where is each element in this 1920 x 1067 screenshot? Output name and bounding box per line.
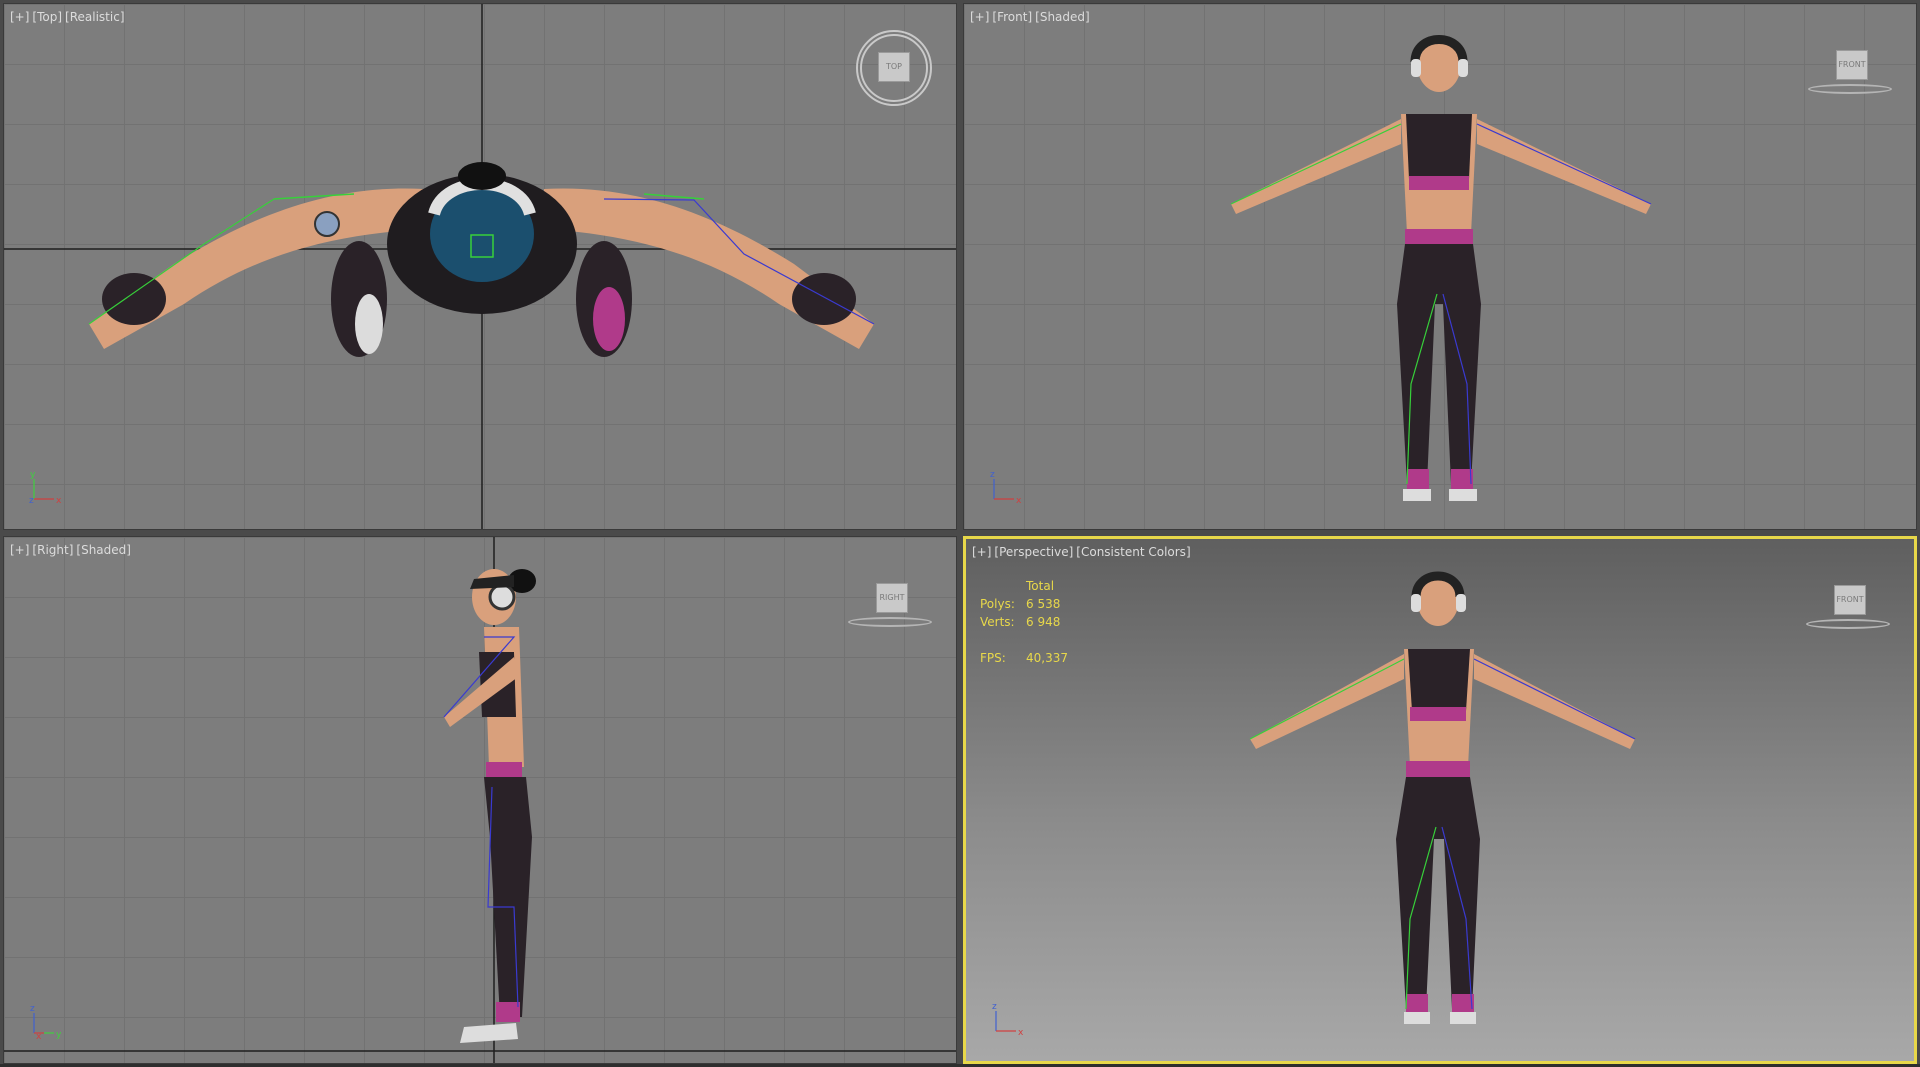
viewcube[interactable]: FRONT: [1808, 44, 1892, 104]
viewcube-compass-ring[interactable]: [1806, 619, 1890, 629]
character-perspective-view[interactable]: [966, 539, 1914, 1061]
viewcube-face-label[interactable]: RIGHT: [876, 583, 908, 613]
axis-tripod-icon: z x y: [30, 1004, 62, 1039]
character-front-view[interactable]: [964, 4, 1917, 530]
axis-label: x: [1018, 1028, 1024, 1037]
axis-label: z: [29, 496, 34, 505]
axis-tripod-icon: z x: [990, 470, 1022, 505]
axis-label: x: [56, 496, 62, 505]
axis-label: y: [56, 1030, 62, 1039]
viewcube-compass-ring[interactable]: [848, 617, 932, 627]
axis-label: z: [30, 1004, 35, 1014]
viewport-perspective[interactable]: [+] [Perspective] [Consistent Colors] Tota…: [963, 536, 1917, 1064]
viewport-top[interactable]: [+] [Top] [Realistic] TOP y z x: [3, 3, 957, 530]
character-top-view[interactable]: [4, 4, 957, 530]
viewcube-face-label[interactable]: TOP: [878, 52, 910, 82]
viewport-front[interactable]: [+] [Front] [Shaded] FRONT z x: [963, 3, 1917, 530]
viewcube-compass-ring[interactable]: [1808, 84, 1892, 94]
viewport-right[interactable]: [+] [Right] [Shaded] RIGHT z x y: [3, 536, 957, 1064]
axis-label: y: [30, 470, 36, 480]
viewcube[interactable]: RIGHT: [848, 577, 932, 637]
axis-tripod-icon: y z x: [29, 470, 62, 505]
axis-label: x: [1016, 496, 1022, 505]
viewcube-face-label[interactable]: FRONT: [1836, 50, 1868, 80]
axis-label: x: [36, 1032, 42, 1039]
character-right-view[interactable]: [4, 537, 957, 1064]
axis-label: z: [992, 1002, 997, 1012]
viewcube[interactable]: FRONT: [1806, 579, 1890, 639]
viewcube[interactable]: TOP: [856, 30, 932, 106]
viewcube-face-label[interactable]: FRONT: [1834, 585, 1866, 615]
axis-tripod-icon: z x: [992, 1002, 1024, 1037]
axis-label: z: [990, 470, 995, 480]
